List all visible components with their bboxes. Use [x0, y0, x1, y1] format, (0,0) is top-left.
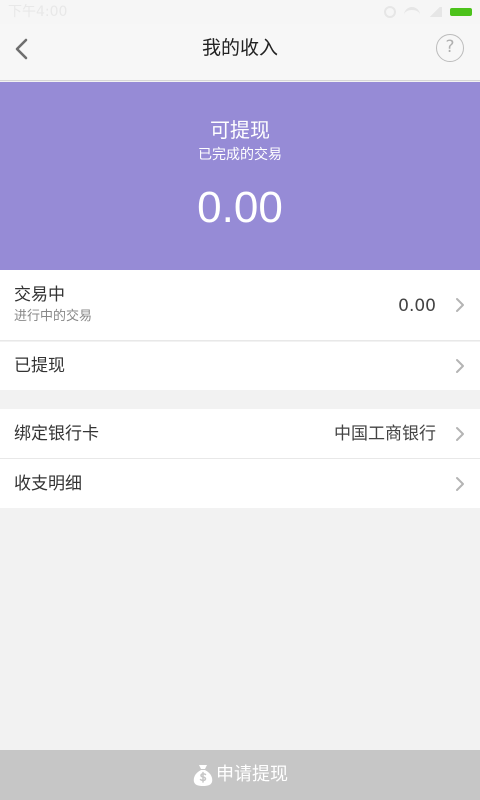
row-bind-bank-card[interactable]: 绑定银行卡 中国工商银行: [0, 409, 480, 458]
divider: [0, 340, 480, 341]
apply-withdraw-button[interactable]: 申请提现: [0, 750, 480, 800]
row-income-expense-detail[interactable]: 收支明细: [0, 459, 480, 508]
apply-withdraw-label: 申请提现: [216, 764, 288, 785]
chevron-right-icon: [454, 358, 466, 374]
row-sublabel: 进行中的交易: [14, 309, 93, 324]
wifi-icon: [404, 7, 420, 17]
chevron-right-icon: [454, 476, 466, 492]
row-label: 交易中: [14, 285, 65, 305]
row-value: 0.00: [398, 296, 436, 316]
row-in-transaction[interactable]: 交易中 进行中的交易 0.00: [0, 270, 480, 340]
nav-bar: 我的收入 ?: [0, 24, 480, 81]
page-title: 我的收入: [201, 37, 278, 59]
help-icon: ?: [445, 37, 455, 57]
withdrawable-panel: 可提现 已完成的交易 0.00: [0, 82, 480, 270]
help-button[interactable]: ?: [436, 34, 464, 62]
status-bar: 下午4:00: [0, 0, 480, 24]
status-time: 下午4:00: [8, 4, 68, 20]
battery-icon: [450, 8, 472, 16]
status-icons: [384, 6, 472, 18]
signal-icon: [428, 7, 442, 17]
bank-name: 中国工商银行: [334, 424, 436, 444]
money-bag-icon: [192, 763, 214, 787]
withdrawable-title: 可提现: [210, 118, 270, 142]
row-withdrawn[interactable]: 已提现: [0, 342, 480, 390]
withdrawable-amount: 0.00: [197, 183, 283, 232]
row-label: 已提现: [14, 356, 65, 376]
withdrawable-subtitle: 已完成的交易: [198, 147, 282, 163]
row-label: 绑定银行卡: [14, 424, 99, 444]
row-label: 收支明细: [14, 474, 82, 494]
chevron-right-icon: [454, 426, 466, 442]
alarm-icon: [384, 6, 396, 18]
chevron-right-icon: [454, 297, 466, 313]
